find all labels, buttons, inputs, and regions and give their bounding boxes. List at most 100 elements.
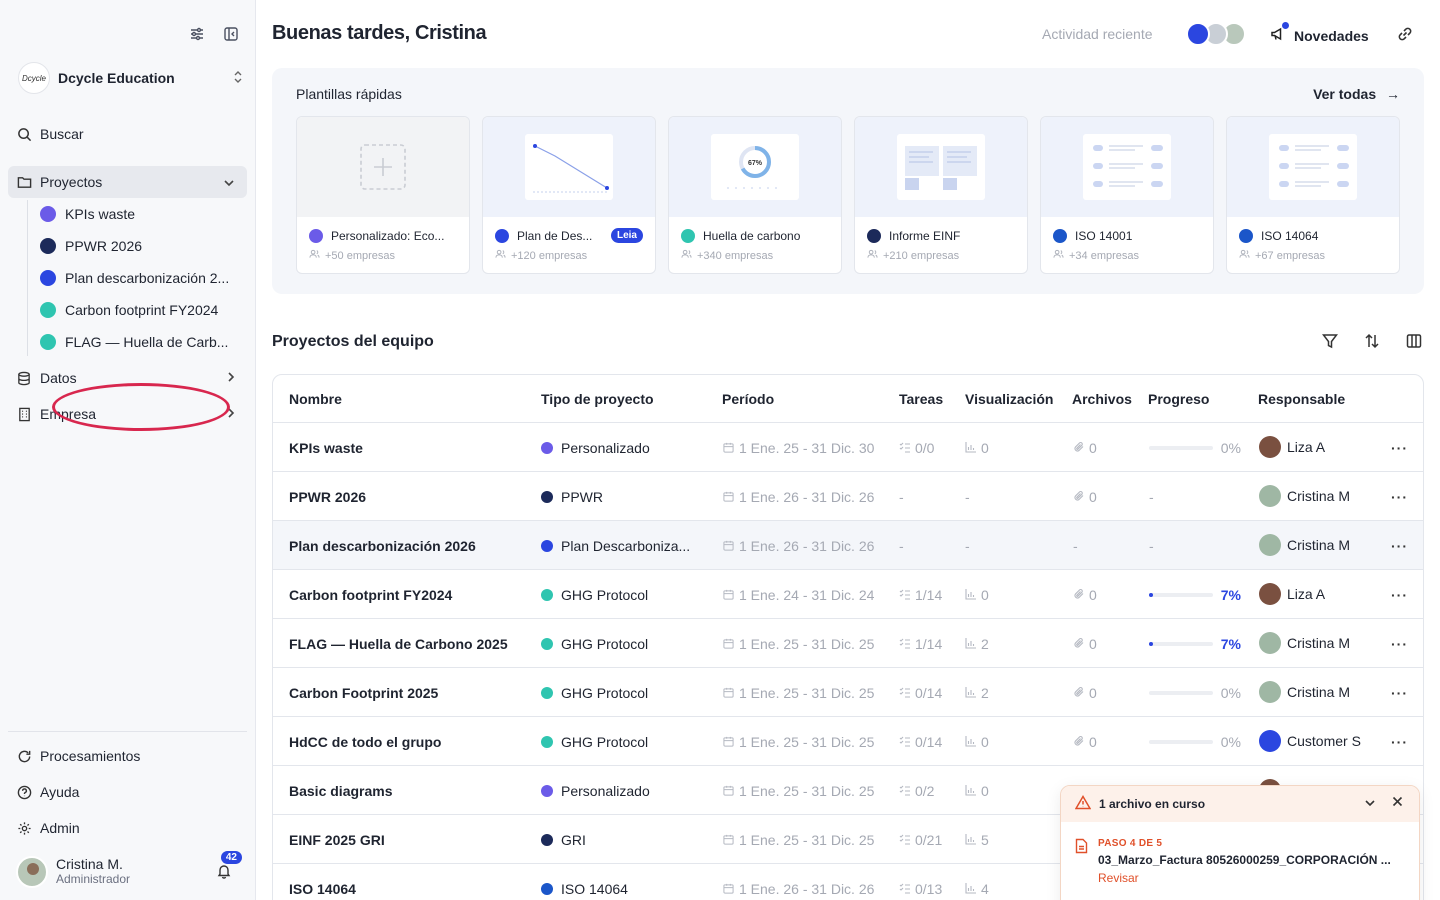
- help-icon: [16, 784, 32, 800]
- link-icon[interactable]: [1396, 25, 1414, 46]
- table-row[interactable]: KPIs waste Personalizado 1 Ene. 25 - 31 Di…: [273, 423, 1423, 472]
- more-options-icon[interactable]: ···: [1391, 685, 1408, 701]
- visualizations-label: 2: [981, 685, 989, 701]
- column-header[interactable]: Progreso: [1148, 391, 1209, 407]
- column-header[interactable]: Período: [722, 391, 774, 407]
- user-role: Administrador: [56, 872, 131, 886]
- project-type: GRI: [541, 832, 586, 848]
- project-name[interactable]: PPWR 2026: [289, 489, 366, 505]
- column-header[interactable]: Nombre: [289, 391, 342, 407]
- template-type-icon: [1239, 229, 1253, 243]
- close-icon[interactable]: [1392, 796, 1403, 810]
- template-card[interactable]: Plan de Des... +120 empresas Leia: [482, 116, 656, 274]
- table-row[interactable]: Carbon footprint FY2024 GHG Protocol 1 Ene…: [273, 570, 1423, 619]
- column-header[interactable]: Tareas: [899, 391, 943, 407]
- project-tasks: 0/0: [899, 440, 934, 456]
- avatar-stack[interactable]: [1186, 22, 1248, 46]
- template-card[interactable]: ISO 14001 +34 empresas: [1040, 116, 1214, 274]
- column-header[interactable]: Archivos: [1072, 391, 1132, 407]
- sidebar-project-label: Carbon footprint FY2024: [65, 302, 219, 318]
- project-name[interactable]: Plan descarbonización 2026: [289, 538, 476, 554]
- sidebar-item-processing[interactable]: Procesamientos: [8, 740, 247, 772]
- project-owner[interactable]: Liza A: [1259, 583, 1325, 605]
- project-visualizations: 0: [965, 587, 989, 603]
- project-name[interactable]: Carbon footprint FY2024: [289, 587, 452, 603]
- users-icon: [495, 249, 506, 262]
- refresh-icon: [16, 748, 32, 764]
- page-title: Buenas tardes, Cristina: [272, 22, 487, 44]
- project-owner[interactable]: Cristina M: [1259, 632, 1350, 654]
- project-name[interactable]: FLAG — Huella de Carbono 2025: [289, 636, 508, 652]
- column-header[interactable]: Tipo de proyecto: [541, 391, 654, 407]
- review-link[interactable]: Revisar: [1098, 871, 1139, 885]
- more-options-icon[interactable]: ···: [1391, 587, 1408, 603]
- project-owner[interactable]: Customer S: [1259, 730, 1361, 752]
- project-owner[interactable]: Cristina M: [1259, 534, 1350, 556]
- template-card[interactable]: Informe EINF +210 empresas: [854, 116, 1028, 274]
- column-header[interactable]: Responsable: [1258, 391, 1345, 407]
- template-card[interactable]: ISO 14064 +67 empresas: [1226, 116, 1400, 274]
- building-icon: [16, 406, 32, 422]
- project-name[interactable]: Basic diagrams: [289, 783, 393, 799]
- table-row[interactable]: FLAG — Huella de Carbono 2025 GHG Protoco…: [273, 619, 1423, 668]
- project-type-icon: [40, 206, 56, 222]
- org-switcher[interactable]: Dcycle Dcycle Education: [18, 60, 244, 96]
- more-options-icon[interactable]: ···: [1391, 538, 1408, 554]
- project-name[interactable]: Carbon Footprint 2025: [289, 685, 438, 701]
- tasks-label: -: [899, 538, 904, 554]
- sliders-icon[interactable]: [189, 26, 205, 45]
- bell-icon[interactable]: [216, 863, 232, 882]
- templates-title: Plantillas rápidas: [296, 86, 402, 102]
- template-card[interactable]: Personalizado: Eco... +50 empresas: [296, 116, 470, 274]
- template-type-icon: [867, 229, 881, 243]
- sidebar-project-item[interactable]: FLAG — Huella de Carb...: [40, 328, 240, 356]
- collapse-sidebar-icon[interactable]: [223, 26, 239, 45]
- files-label: 0: [1089, 440, 1097, 456]
- column-header[interactable]: Visualización: [965, 391, 1053, 407]
- table-row[interactable]: PPWR 2026 PPWR 1 Ene. 26 - 31 Dic. 26 - - 0 - C…: [273, 472, 1423, 521]
- sidebar-project-item[interactable]: Carbon footprint FY2024: [40, 296, 240, 324]
- template-usage: +210 empresas: [867, 249, 959, 262]
- sidebar-item-help[interactable]: Ayuda: [8, 776, 247, 808]
- see-all-link[interactable]: Ver todas →: [1313, 86, 1400, 102]
- project-name[interactable]: HdCC de todo el grupo: [289, 734, 441, 750]
- period-label: 1 Ene. 26 - 31 Dic. 26: [739, 489, 875, 505]
- project-type-icon: [40, 302, 56, 318]
- sidebar-project-item[interactable]: Plan descarbonización 2...: [40, 264, 240, 292]
- more-options-icon[interactable]: ···: [1391, 734, 1408, 750]
- project-type: GHG Protocol: [541, 587, 648, 603]
- quick-templates: Plantillas rápidas Ver todas → Personali…: [272, 68, 1424, 294]
- project-type-icon: [40, 334, 56, 350]
- news-button[interactable]: Novedades: [1270, 22, 1369, 45]
- project-name[interactable]: KPIs waste: [289, 440, 363, 456]
- sort-icon[interactable]: [1364, 333, 1380, 352]
- template-count: +210 empresas: [883, 250, 960, 262]
- user-profile[interactable]: Cristina M. Administrador 42: [16, 851, 244, 889]
- recent-activity-link[interactable]: Actividad reciente: [1042, 26, 1153, 42]
- more-options-icon[interactable]: ···: [1391, 636, 1408, 652]
- project-name[interactable]: ISO 14064: [289, 881, 356, 897]
- period-label: 1 Ene. 25 - 31 Dic. 25: [739, 685, 875, 701]
- project-name[interactable]: EINF 2025 GRI: [289, 832, 385, 848]
- project-type-label: GHG Protocol: [561, 734, 649, 750]
- tasks-label: 0/14: [915, 734, 943, 750]
- more-options-icon[interactable]: ···: [1391, 489, 1408, 505]
- template-card[interactable]: 67% Huella de carbono +340 empresas: [668, 116, 842, 274]
- project-owner[interactable]: Cristina M: [1259, 681, 1350, 703]
- more-options-icon[interactable]: ···: [1391, 440, 1408, 456]
- progress-percent: 0%: [1220, 734, 1241, 750]
- project-owner[interactable]: Liza A: [1259, 436, 1325, 458]
- table-row[interactable]: Carbon Footprint 2025 GHG Protocol 1 Ene. …: [273, 668, 1423, 717]
- columns-icon[interactable]: [1406, 333, 1422, 352]
- sidebar-search[interactable]: Buscar: [8, 118, 247, 150]
- sidebar-project-item[interactable]: PPWR 2026: [40, 232, 240, 260]
- table-row[interactable]: HdCC de todo el grupo GHG Protocol 1 Ene. …: [273, 717, 1423, 766]
- sidebar-item-projects[interactable]: Proyectos: [8, 166, 247, 198]
- sidebar-item-admin[interactable]: Admin: [8, 812, 247, 844]
- collapse-toast-icon[interactable]: [1364, 796, 1376, 810]
- project-owner[interactable]: Cristina M: [1259, 485, 1350, 507]
- avatar: [1259, 583, 1281, 605]
- table-row[interactable]: Plan descarbonización 2026 Plan Descarbon…: [273, 521, 1423, 570]
- filter-icon[interactable]: [1321, 333, 1339, 352]
- sidebar-project-item[interactable]: KPIs waste: [40, 200, 240, 228]
